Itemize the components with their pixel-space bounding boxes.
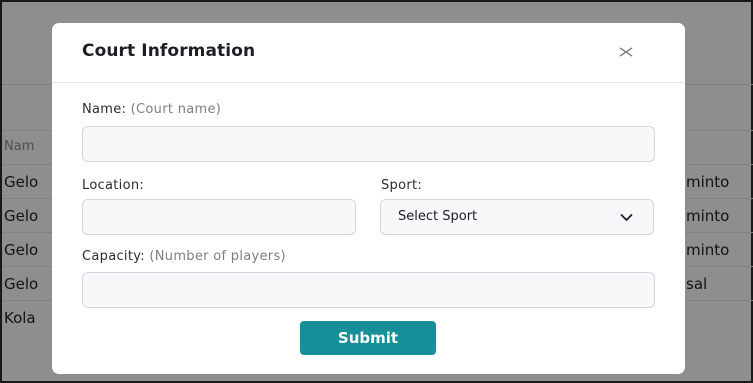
name-hint: (Court name) bbox=[130, 102, 222, 117]
location-input[interactable] bbox=[82, 199, 356, 235]
court-information-modal: Court Information Name: (Court name) Loc… bbox=[52, 23, 685, 374]
capacity-label: Capacity: bbox=[82, 249, 145, 264]
location-label-group: Location: bbox=[82, 178, 144, 193]
capacity-hint: (Number of players) bbox=[149, 249, 286, 264]
sport-label: Sport: bbox=[381, 178, 423, 193]
location-label: Location: bbox=[82, 178, 145, 193]
close-icon-glyph bbox=[619, 47, 633, 57]
modal-header: Court Information bbox=[52, 23, 685, 83]
capacity-label-group: Capacity: (Number of players) bbox=[82, 249, 286, 264]
court-name-input[interactable] bbox=[82, 126, 655, 162]
chevron-down-icon bbox=[620, 214, 633, 221]
sport-label-group: Sport: bbox=[381, 178, 422, 193]
sport-select-value: Select Sport bbox=[398, 209, 478, 224]
close-icon[interactable] bbox=[617, 43, 635, 61]
modal-title: Court Information bbox=[82, 41, 256, 61]
name-label-group: Name: (Court name) bbox=[82, 102, 221, 117]
sport-select[interactable]: Select Sport bbox=[380, 199, 654, 235]
name-label: Name: bbox=[82, 102, 127, 117]
submit-button[interactable]: Submit bbox=[300, 321, 436, 355]
capacity-input[interactable] bbox=[82, 272, 655, 308]
